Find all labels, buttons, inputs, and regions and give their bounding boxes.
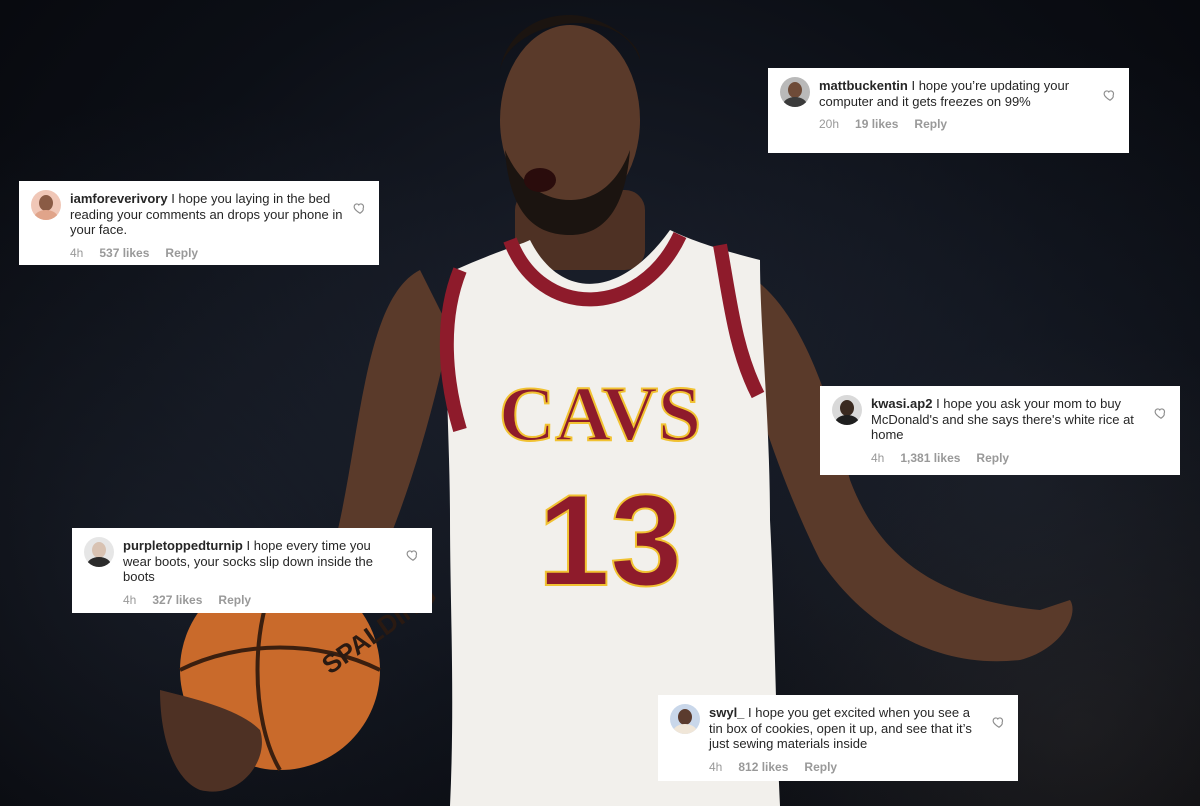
comment-card-kwasi: kwasi.ap2 I hope you ask your mom to buy… — [820, 386, 1180, 475]
avatar[interactable] — [780, 77, 810, 107]
comment-time: 4h — [70, 245, 84, 260]
comment-likes[interactable]: 812 likes — [738, 760, 788, 774]
comment-text: kwasi.ap2 I hope you ask your mom to buy… — [871, 394, 1144, 443]
comment-likes[interactable]: 1,381 likes — [900, 451, 960, 465]
comment-username[interactable]: kwasi.ap2 — [871, 396, 932, 411]
jersey-number-text: 13 — [538, 467, 683, 613]
comment-meta: 4h 1,381 likes Reply — [832, 443, 1168, 465]
comment-card-mattbuckentin: mattbuckentin I hope you’re updating you… — [768, 68, 1129, 153]
comment-text: purpletoppedturnip I hope every time you… — [123, 536, 396, 585]
comment-likes[interactable]: 537 likes — [99, 246, 149, 260]
comment-username[interactable]: swyl_ — [709, 705, 744, 720]
heart-icon[interactable] — [406, 548, 420, 562]
reply-button[interactable]: Reply — [165, 246, 198, 260]
heart-icon[interactable] — [992, 715, 1006, 729]
comment-meta: 20h 19 likes Reply — [780, 109, 1117, 131]
avatar[interactable] — [31, 190, 61, 220]
comment-time: 20h — [819, 117, 840, 131]
mouth — [524, 168, 556, 192]
comment-time: 4h — [709, 759, 723, 774]
reply-button[interactable]: Reply — [218, 593, 251, 607]
comment-likes[interactable]: 327 likes — [152, 593, 202, 607]
heart-icon[interactable] — [1154, 406, 1168, 420]
comment-text: iamforeverivory I hope you laying in the… — [70, 189, 343, 238]
comment-body: I hope you get excited when you see a ti… — [709, 705, 972, 751]
comment-time: 4h — [123, 592, 137, 607]
comment-card-swyl: swyl_ I hope you get excited when you se… — [658, 695, 1018, 781]
avatar[interactable] — [832, 395, 862, 425]
heart-icon[interactable] — [1103, 88, 1117, 102]
jersey-team-text: CAVS — [499, 370, 701, 457]
reply-button[interactable]: Reply — [976, 451, 1009, 465]
comment-username[interactable]: mattbuckentin — [819, 78, 908, 93]
comment-time: 4h — [871, 450, 885, 465]
reply-button[interactable]: Reply — [804, 760, 837, 774]
comment-meta: 4h 812 likes Reply — [670, 752, 1006, 774]
comment-username[interactable]: purpletoppedturnip — [123, 538, 243, 553]
comment-card-purpletoppedturnip: purpletoppedturnip I hope every time you… — [72, 528, 432, 613]
comment-username[interactable]: iamforeverivory — [70, 191, 168, 206]
comment-meta: 4h 327 likes Reply — [84, 585, 420, 607]
heart-icon[interactable] — [353, 201, 367, 215]
avatar[interactable] — [84, 537, 114, 567]
comment-card-iamforeverivory: iamforeverivory I hope you laying in the… — [19, 181, 379, 265]
comment-likes[interactable]: 19 likes — [855, 117, 898, 131]
comment-text: mattbuckentin I hope you’re updating you… — [819, 76, 1093, 109]
comment-text: swyl_ I hope you get excited when you se… — [709, 703, 982, 752]
comment-meta: 4h 537 likes Reply — [31, 238, 367, 260]
avatar[interactable] — [670, 704, 700, 734]
reply-button[interactable]: Reply — [914, 117, 947, 131]
